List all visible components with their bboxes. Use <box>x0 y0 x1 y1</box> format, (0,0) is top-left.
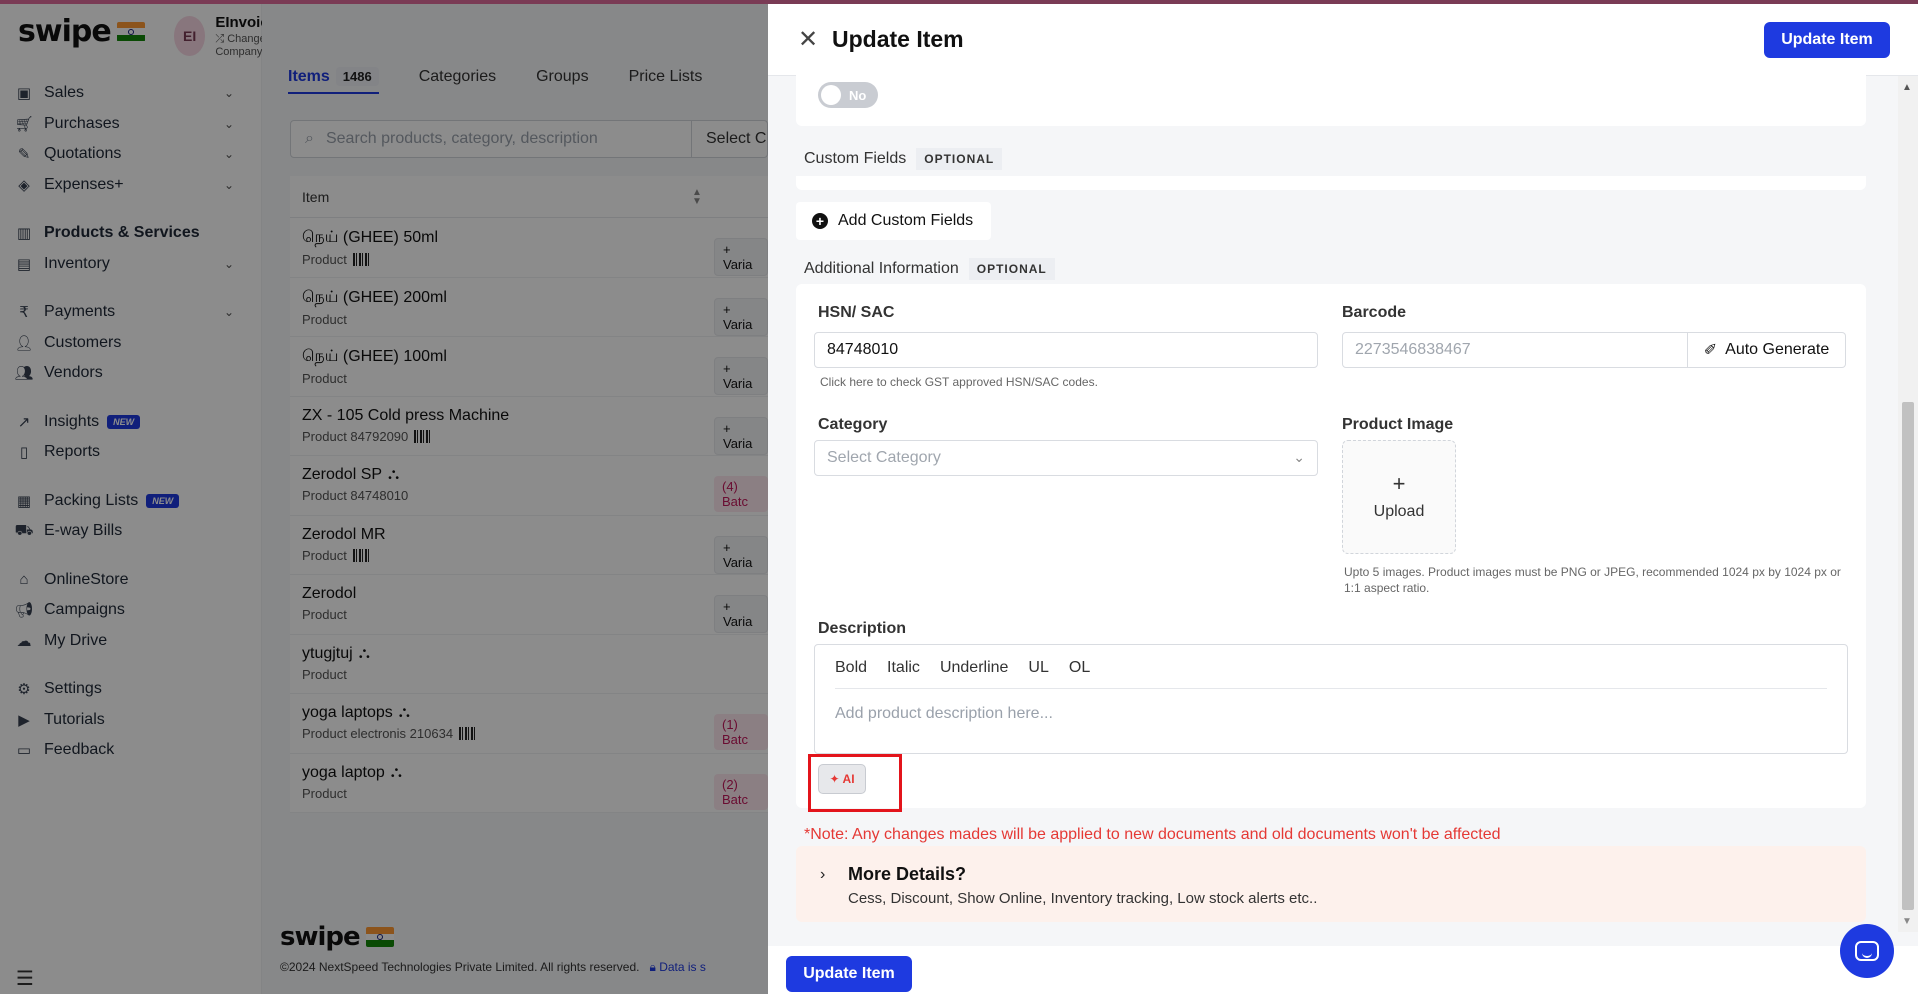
scroll-down-arrow[interactable]: ▼ <box>1902 916 1912 927</box>
optional-tag: OPTIONAL <box>968 258 1055 280</box>
chat-icon <box>1855 941 1879 961</box>
more-details-subtitle: Cess, Discount, Show Online, Inventory t… <box>848 890 1318 907</box>
optional-tag: OPTIONAL <box>916 148 1003 170</box>
barcode-input[interactable]: 2273546838467 <box>1342 332 1688 368</box>
editor-toolbar: Bold Italic Underline UL OL <box>835 659 1827 689</box>
drawer-header: ✕ Update Item Update Item <box>768 4 1918 76</box>
plus-icon: + <box>1392 471 1406 496</box>
drawer-title: Update Item <box>832 26 964 52</box>
scroll-up-arrow[interactable]: ▲ <box>1902 82 1912 93</box>
scrollbar-thumb[interactable] <box>1902 402 1914 910</box>
modal-overlay[interactable] <box>0 4 768 994</box>
add-custom-fields-button[interactable]: + Add Custom Fields <box>796 202 992 240</box>
additional-info-heading: Additional Information OPTIONAL <box>804 258 1055 280</box>
toggle-switch[interactable]: No <box>818 82 878 108</box>
custom-fields-heading: Custom Fields OPTIONAL <box>804 148 1003 170</box>
description-input[interactable]: Add product description here... <box>835 705 1053 723</box>
toggle-label: No <box>849 87 867 103</box>
category-label: Category <box>818 416 888 433</box>
hsn-input[interactable]: 84748010 <box>814 332 1318 368</box>
update-item-button-top[interactable]: Update Item <box>1764 22 1890 58</box>
custom-fields-card <box>796 176 1866 190</box>
category-select[interactable]: Select Category ⌄ <box>814 440 1318 476</box>
magic-wand-icon: ✐ <box>1703 342 1718 359</box>
drawer-footer: Update Item <box>768 946 1918 994</box>
toggle-card: No <box>796 72 1866 126</box>
image-hint: Upto 5 images. Product images must be PN… <box>1344 565 1841 595</box>
underline-button[interactable]: Underline <box>940 659 1008 688</box>
hsn-hint-link[interactable]: Click here to check GST approved HSN/SAC… <box>820 374 1098 390</box>
close-icon[interactable]: ✕ <box>798 28 818 52</box>
sparkle-icon: ✦ <box>829 772 840 786</box>
ordered-list-button[interactable]: OL <box>1069 659 1090 688</box>
auto-generate-button[interactable]: ✐ Auto Generate <box>1688 332 1846 368</box>
scrollbar[interactable]: ▲ ▼ <box>1898 76 1918 932</box>
more-details-title: More Details? <box>848 864 967 884</box>
chevron-down-icon: ⌄ <box>1293 449 1305 465</box>
bullet-list-button[interactable]: UL <box>1028 659 1048 688</box>
toggle-knob <box>821 85 841 105</box>
hsn-label: HSN/ SAC <box>818 304 895 321</box>
additional-info-card: HSN/ SAC 84748010 Click here to check GS… <box>796 284 1866 812</box>
plus-circle-icon: + <box>812 213 828 229</box>
description-editor[interactable]: Bold Italic Underline UL OL Add product … <box>814 644 1848 754</box>
chevron-right-icon: › <box>820 866 826 883</box>
changes-note: *Note: Any changes mades will be applied… <box>804 826 1501 843</box>
update-item-button-bottom[interactable]: Update Item <box>786 956 912 992</box>
app-background: swipe EI EInvoices ⤮ Change Company ▣ Sal… <box>0 4 768 994</box>
italic-button[interactable]: Italic <box>887 659 920 688</box>
description-label: Description <box>818 620 907 637</box>
product-image-label: Product Image <box>1342 416 1454 433</box>
update-item-drawer: ✕ Update Item Update Item No Custom Fiel… <box>768 4 1918 994</box>
bold-button[interactable]: Bold <box>835 659 867 688</box>
upload-image-button[interactable]: + Upload <box>1342 440 1456 554</box>
more-details-panel[interactable]: › More Details? Cess, Discount, Show Onl… <box>796 846 1866 922</box>
barcode-label: Barcode <box>1342 304 1407 321</box>
ai-button[interactable]: ✦ AI <box>818 764 866 794</box>
chat-support-button[interactable] <box>1840 924 1894 978</box>
